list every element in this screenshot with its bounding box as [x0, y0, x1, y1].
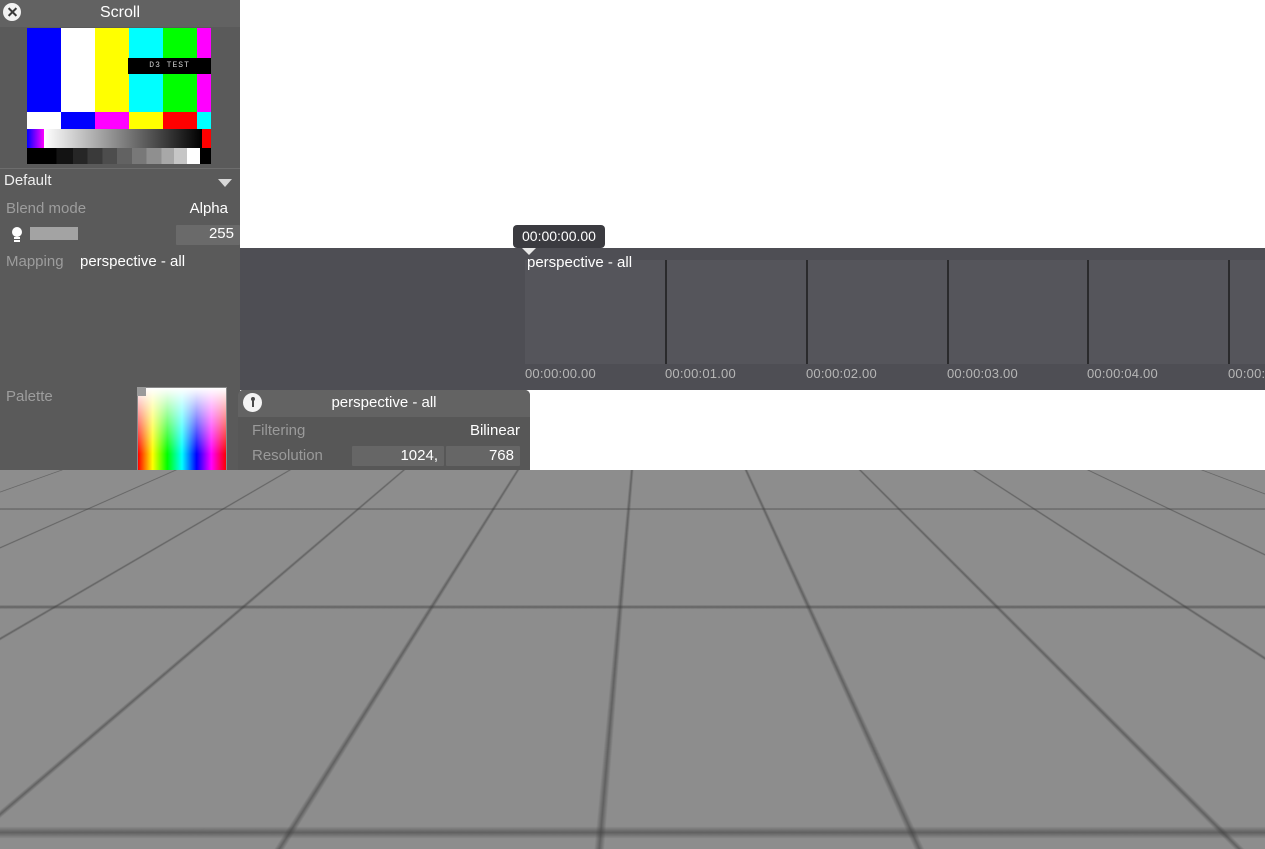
- text-cursor: [515, 598, 516, 615]
- rotation-z-value: 0: [505, 622, 514, 639]
- timeline-tick: [1228, 260, 1230, 364]
- row-colour-x[interactable]: Colour X 0: [0, 499, 240, 523]
- eyepoint-label: Eyepoint: [252, 597, 311, 614]
- timeline-tick: [665, 260, 667, 364]
- stage-screen-downstage-surround[interactable]: [949, 590, 1124, 849]
- row-alpha[interactable]: 255: [0, 223, 240, 247]
- timeline-time-label: 00:00:04.00: [1087, 366, 1158, 381]
- colour-y-label: Colour Y: [6, 526, 65, 543]
- timeline-tick: [806, 260, 808, 364]
- eyepoint-z-value[interactable]: -8: [498, 597, 514, 614]
- midstage-testcard-label: D3 TEST: [872, 582, 905, 589]
- palette-label: Palette: [6, 388, 53, 405]
- row-mapping[interactable]: Mapping perspective - all: [0, 251, 240, 275]
- resolution-height-value: 768: [488, 447, 514, 464]
- row-resolution[interactable]: Resolution 1024, 768: [238, 445, 530, 468]
- mapping-label: Mapping: [6, 253, 64, 270]
- stage-screen-downstage[interactable]: downstage: [979, 639, 1057, 709]
- row-colour-y[interactable]: Colour Y 0: [0, 524, 240, 548]
- mapping-value[interactable]: perspective - all: [80, 253, 185, 270]
- fov-label: Field of view: [252, 647, 336, 664]
- timeline-tick: [1087, 260, 1089, 364]
- border-label: Border: [6, 649, 52, 666]
- stage-label-downstage: downstage: [979, 683, 1058, 700]
- row-mask[interactable]: Mask None: [238, 570, 530, 593]
- lightbulb-icon[interactable]: [12, 227, 24, 242]
- add-screen-button[interactable]: +: [312, 545, 324, 568]
- mask-label: Mask: [252, 572, 288, 589]
- timeline-time-label: 00:00:01.00: [665, 366, 736, 381]
- stage-label-midstage: midstage: [830, 619, 896, 636]
- remove-screen-button[interactable]: −: [452, 545, 464, 568]
- fov-value: 20: [497, 647, 514, 664]
- timeline-time-label: 00:00:: [1228, 366, 1265, 381]
- rotation-y-value: 0,: [443, 622, 456, 639]
- alpha-slider[interactable]: [30, 227, 78, 240]
- timeline-panel[interactable]: perspective - all 00:00:00.00 00:00:00.0…: [240, 225, 1265, 390]
- midstage-red-extension: [925, 520, 951, 775]
- rotation-x-value: 0,: [373, 622, 386, 639]
- timeline-playhead-badge[interactable]: 00:00:00.00: [513, 225, 605, 255]
- screen-item-upstage[interactable]: upstage: [238, 533, 530, 550]
- alpha-value: 255: [208, 225, 234, 242]
- perspective-properties-panel[interactable]: perspective - all Filtering Bilinear Res…: [238, 390, 530, 681]
- scroll-panel-title: Scroll: [99, 4, 140, 21]
- resolution-width-value: 1024,: [400, 447, 438, 464]
- colour-y-value: 0: [225, 526, 234, 543]
- chevron-down-icon[interactable]: [218, 179, 232, 187]
- eyepoint-y-value: 3.1,: [430, 597, 456, 614]
- row-field-of-view[interactable]: Field of view 20: [238, 645, 530, 668]
- preview-testcard-label: D3 TEST: [149, 61, 190, 71]
- rotation-label: Rotation: [252, 622, 308, 639]
- palette-thumbnail[interactable]: [137, 387, 227, 477]
- blend-mode-label: Blend mode: [6, 200, 87, 217]
- bitmap-name: d3_color_16-9: [127, 601, 223, 618]
- screen-item-midstage[interactable]: midstage: [238, 512, 530, 529]
- row-eyepoint[interactable]: Eyepoint 0, 3.1, -8: [238, 595, 530, 618]
- screens-section-label: Screens: [356, 470, 412, 487]
- blend-mode-value[interactable]: Alpha: [190, 200, 228, 217]
- scroll-layer-panel[interactable]: Scroll D3 TEST Default Blend mode Alpha …: [0, 0, 240, 684]
- row-filtering[interactable]: Filtering Bilinear: [238, 420, 530, 443]
- filtering-label: Filtering: [252, 422, 306, 439]
- filtering-value[interactable]: Bilinear: [470, 422, 520, 439]
- stage-screen-midstage[interactable]: D3 TEST midstage: [775, 551, 920, 701]
- preset-selector-row[interactable]: Default: [0, 168, 240, 193]
- colour-x-label: Colour X: [6, 501, 65, 518]
- panel-horizontal-scrollbar[interactable]: [6, 678, 222, 683]
- palette-name: hsvpalette: [146, 478, 216, 495]
- speed-value: 4: [225, 624, 234, 641]
- colour-x-value: 0: [225, 501, 234, 518]
- timeline-track-title: perspective - all: [527, 254, 633, 271]
- stage-label-upstage: upstage: [665, 582, 723, 599]
- screen-item-downstage[interactable]: downstage: [238, 491, 530, 508]
- timeline-tick: [947, 260, 949, 364]
- preset-name: Default: [4, 172, 52, 189]
- layer-preview-thumbnail[interactable]: D3 TEST: [27, 28, 211, 164]
- eyepoint-x-value: 0,: [373, 597, 386, 614]
- timeline-time-label: 00:00:02.00: [806, 366, 877, 381]
- row-border[interactable]: Border 0: [0, 647, 240, 671]
- timeline-time-label: 00:00:03.00: [947, 366, 1018, 381]
- palette-corner-handle[interactable]: [137, 387, 146, 396]
- timeline-track-perspective[interactable]: [525, 260, 1265, 364]
- row-speed[interactable]: Speed 4: [0, 622, 240, 646]
- timeline-time-label: 00:00:00.00: [525, 366, 596, 381]
- resolution-label: Resolution: [252, 447, 323, 464]
- perspective-panel-title: perspective - all: [331, 394, 437, 411]
- mask-value[interactable]: None: [484, 572, 520, 589]
- border-value: 0: [225, 649, 234, 666]
- row-blend-mode[interactable]: Blend mode Alpha: [0, 198, 240, 222]
- speed-label: Speed: [6, 624, 50, 641]
- row-rotation[interactable]: Rotation 0, 0, 0: [238, 620, 530, 643]
- bitmap-label: Bitmap: [6, 551, 53, 568]
